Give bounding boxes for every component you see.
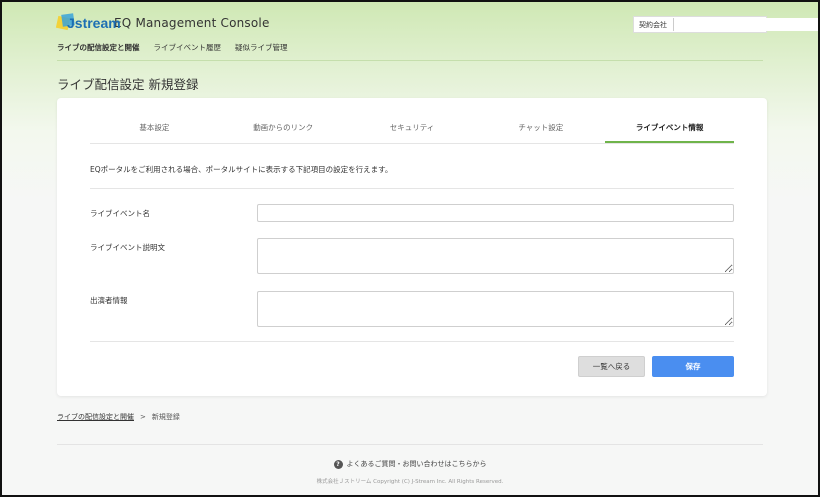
settings-card: 基本設定 動画からのリンク セキュリティ チャット設定 ライブイベント情報 EQ… bbox=[57, 98, 767, 396]
contract-company-input[interactable] bbox=[673, 18, 818, 31]
event-name-field[interactable] bbox=[257, 204, 734, 222]
nav-item-live-settings[interactable]: ライブの配信設定と開催 bbox=[57, 42, 140, 57]
contract-company-selector: 契約会社 bbox=[633, 16, 818, 33]
tab-chat-settings[interactable]: チャット設定 bbox=[476, 120, 605, 143]
divider bbox=[90, 341, 734, 342]
page-title: ライブ配信設定 新規登録 bbox=[57, 77, 199, 92]
performer-info-label: 出演者情報 bbox=[90, 296, 128, 305]
tab-basic-settings[interactable]: 基本設定 bbox=[90, 120, 219, 143]
faq-link-text: よくあるご質問・お問い合わせはこちらから bbox=[346, 460, 487, 468]
performer-info-field[interactable] bbox=[257, 291, 734, 327]
breadcrumb-current: 新規登録 bbox=[151, 413, 180, 421]
event-description-label: ライブイベント説明文 bbox=[90, 243, 165, 252]
faq-link[interactable]: ? よくあるご質問・お問い合わせはこちらから bbox=[2, 459, 818, 469]
divider bbox=[90, 188, 734, 189]
nav-item-pseudo-live[interactable]: 疑似ライブ管理 bbox=[235, 42, 288, 57]
app-window: Jstream EQ Management Console 契約会社 ライブの配… bbox=[0, 0, 820, 497]
copyright: 株式会社Ｊストリーム Copyright (C) J-Stream Inc. A… bbox=[316, 479, 504, 485]
logo-text: Jstream bbox=[67, 15, 121, 31]
nav-divider bbox=[57, 60, 763, 61]
form-description: EQポータルをご利用される場合、ポータルサイトに表示する下記項目の設定を行えます… bbox=[90, 165, 393, 174]
back-to-list-button[interactable]: 一覧へ戻る bbox=[578, 356, 645, 377]
tab-live-event-info[interactable]: ライブイベント情報 bbox=[605, 120, 734, 143]
footer-divider bbox=[57, 444, 763, 445]
breadcrumb-separator: > bbox=[140, 413, 146, 421]
main-nav: ライブの配信設定と開催 ライブイベント履歴 疑似ライブ管理 bbox=[57, 42, 288, 57]
question-icon: ? bbox=[333, 459, 343, 469]
event-name-label: ライブイベント名 bbox=[90, 209, 150, 218]
breadcrumb-parent-link[interactable]: ライブの配信設定と開催 bbox=[57, 412, 134, 422]
settings-tabs: 基本設定 動画からのリンク セキュリティ チャット設定 ライブイベント情報 bbox=[90, 120, 734, 144]
app-name: EQ Management Console bbox=[114, 16, 270, 30]
contract-label: 契約会社 bbox=[639, 20, 667, 29]
nav-item-live-history[interactable]: ライブイベント履歴 bbox=[154, 42, 222, 57]
tab-security[interactable]: セキュリティ bbox=[348, 120, 477, 143]
save-button[interactable]: 保存 bbox=[652, 356, 734, 377]
breadcrumb: ライブの配信設定と開催 > 新規登録 bbox=[57, 412, 180, 422]
jstream-logo[interactable]: Jstream bbox=[55, 13, 121, 32]
event-description-field[interactable] bbox=[257, 238, 734, 274]
tab-video-link[interactable]: 動画からのリンク bbox=[219, 120, 348, 143]
